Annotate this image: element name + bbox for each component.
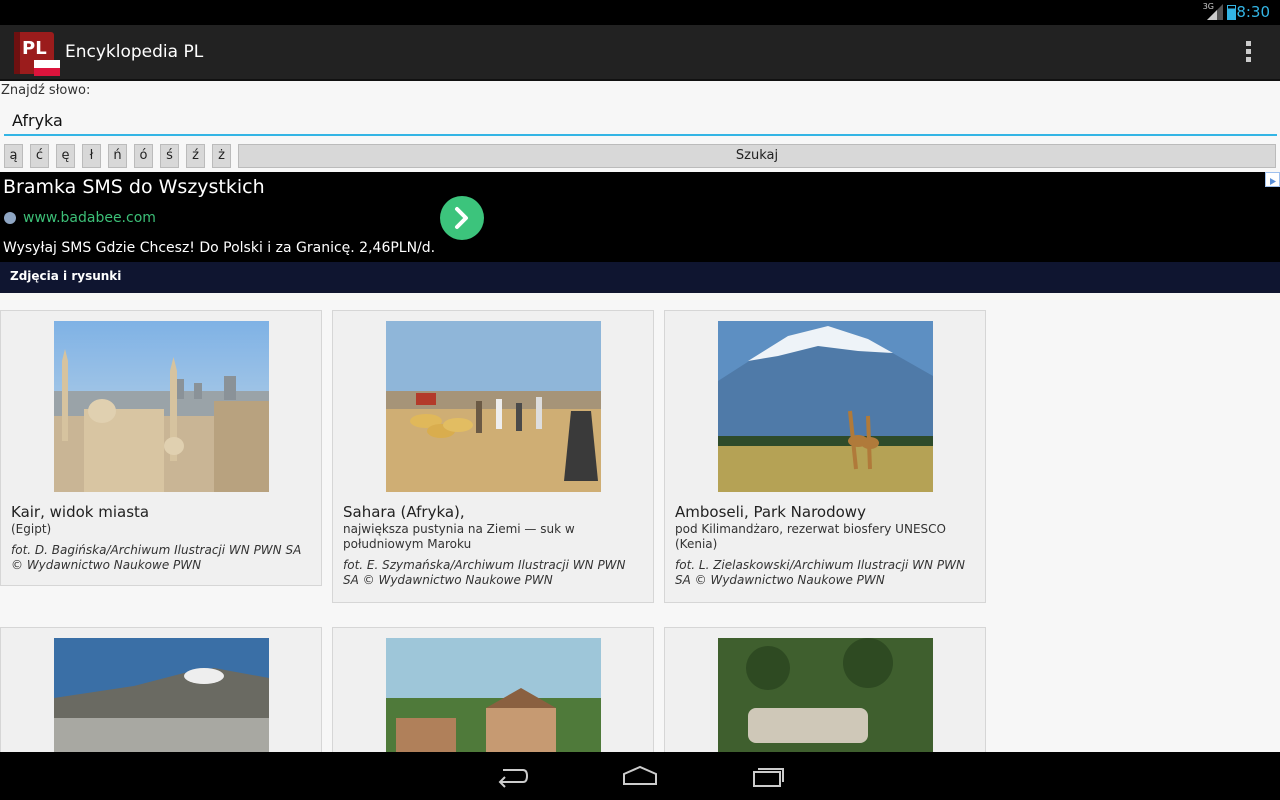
section-title: Zdjęcia i rysunki <box>10 269 122 283</box>
ad-info-icon[interactable] <box>1265 172 1280 187</box>
amboseli-photo <box>718 321 933 492</box>
app-logo-icon: PL <box>14 32 60 76</box>
cape-town-photo <box>54 638 269 752</box>
chevron-right-icon[interactable] <box>440 196 484 240</box>
char-button-n-acute[interactable]: ń <box>108 144 127 168</box>
image-card[interactable]: Sahara (Afryka), największa pustynia na … <box>332 310 654 603</box>
back-icon[interactable] <box>495 764 529 788</box>
ad-title: Bramka SMS do Wszystkich <box>3 176 265 198</box>
image-card[interactable]: Amboseli, Park Narodowy pod Kilimandżaro… <box>664 310 986 603</box>
char-button-s-acute[interactable]: ś <box>160 144 179 168</box>
image-card[interactable] <box>664 627 986 752</box>
action-bar: PL Encyklopedia PL <box>0 25 1280 81</box>
recents-icon[interactable] <box>752 764 786 788</box>
overflow-menu-icon[interactable] <box>1238 41 1258 67</box>
card-title: Kair, widok miasta <box>11 503 150 521</box>
sahara-photo <box>386 321 601 492</box>
ad-url: www.badabee.com <box>23 210 156 226</box>
cairo-photo <box>54 321 269 492</box>
signal-icon <box>1207 4 1223 20</box>
globe-icon <box>4 212 16 224</box>
ad-banner[interactable]: Bramka SMS do Wszystkich www.badabee.com… <box>0 172 1280 262</box>
ad-description: Wysyłaj SMS Gdzie Chcesz! Do Polski i za… <box>3 240 436 256</box>
home-icon[interactable] <box>622 764 658 788</box>
char-button-o-acute[interactable]: ó <box>134 144 153 168</box>
card-title: Sahara (Afryka), <box>343 503 465 521</box>
char-button-a-ogonek[interactable]: ą <box>4 144 23 168</box>
navigation-bar <box>0 752 1280 800</box>
card-title: Amboseli, Park Narodowy <box>675 503 866 521</box>
clock: 8:30 <box>1236 3 1270 21</box>
image-grid: Kair, widok miasta (Egipt) fot. D. Bagiń… <box>0 293 1280 752</box>
char-button-z-dot[interactable]: ż <box>212 144 231 168</box>
search-label: Znajdź słowo: <box>1 83 91 98</box>
card-description: największa pustynia na Ziemi — suk w poł… <box>343 522 575 551</box>
app-title: Encyklopedia PL <box>65 42 204 62</box>
image-card[interactable] <box>332 627 654 752</box>
status-bar: 3G 8:30 <box>0 0 1280 25</box>
char-button-c-acute[interactable]: ć <box>30 144 49 168</box>
section-header: Zdjęcia i rysunki <box>0 262 1280 293</box>
card-credit: fot. E. Szymańska/Archiwum Ilustracji WN… <box>343 558 626 587</box>
card-credit: fot. D. Bagińska/Archiwum Ilustracji WN … <box>11 543 302 572</box>
char-button-l-stroke[interactable]: ł <box>82 144 101 168</box>
card-credit: fot. L. Zielaskowski/Archiwum Ilustracji… <box>675 558 965 587</box>
search-input[interactable] <box>4 106 1277 136</box>
search-button[interactable]: Szukaj <box>238 144 1276 168</box>
battery-icon <box>1227 5 1236 20</box>
image-card[interactable] <box>0 627 322 752</box>
village-photo <box>386 638 601 752</box>
ruins-photo <box>718 638 933 752</box>
image-card[interactable]: Kair, widok miasta (Egipt) fot. D. Bagiń… <box>0 310 322 586</box>
svg-text:PL: PL <box>22 38 47 59</box>
card-description: pod Kilimandżaro, rezerwat biosfery UNES… <box>675 522 946 551</box>
char-button-z-acute[interactable]: ź <box>186 144 205 168</box>
card-description: (Egipt) <box>11 522 52 536</box>
char-button-e-ogonek[interactable]: ę <box>56 144 75 168</box>
